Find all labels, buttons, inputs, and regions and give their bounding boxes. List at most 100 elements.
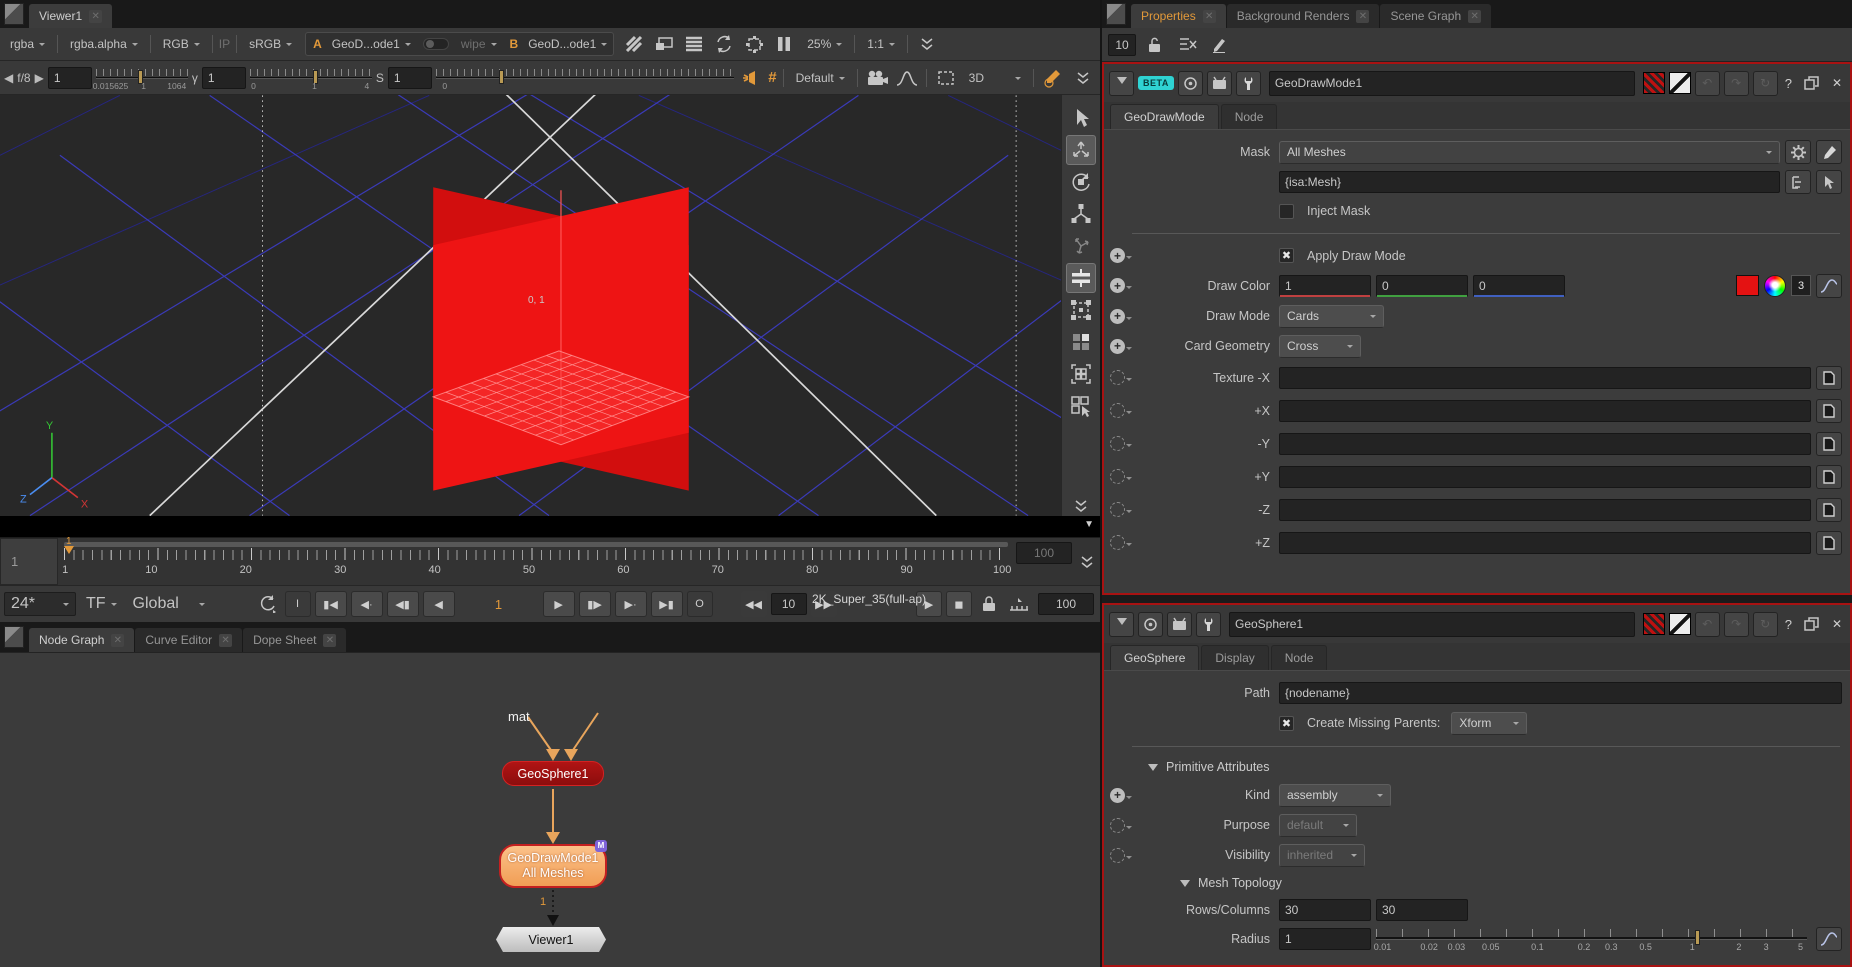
help-button[interactable]: ? [1782, 617, 1795, 632]
set-in-button[interactable]: I [285, 591, 311, 617]
inject-mask-checkbox[interactable] [1279, 204, 1294, 219]
saturation-input[interactable]: 1 [388, 67, 432, 89]
panel-limit-input[interactable]: 10 [1108, 34, 1136, 56]
node-color-swatch[interactable] [1643, 72, 1665, 94]
kind-dropdown[interactable]: assembly [1279, 784, 1391, 807]
draw-mode-dropdown[interactable]: Cards [1279, 305, 1384, 328]
undo-button[interactable]: ↶ [1695, 71, 1720, 96]
visibility-dropdown[interactable]: inherited [1279, 844, 1365, 867]
lock-panels-icon[interactable] [1142, 33, 1168, 57]
tf-dropdown[interactable]: TF [80, 593, 123, 615]
texture-neg-z-input[interactable] [1279, 499, 1811, 521]
marquee-icon[interactable] [933, 66, 959, 90]
selection-handles-icon[interactable] [1066, 295, 1096, 325]
collapse-panel-button[interactable] [1109, 71, 1134, 96]
wipe-grid-icon[interactable]: # [768, 69, 776, 86]
node-graph-canvas[interactable]: mat GeoSphere1 GeoDrawMode1 All Meshes M… [0, 652, 1100, 967]
mask-pick-eyedropper-icon[interactable] [1816, 140, 1842, 164]
checkerboard-icon[interactable] [621, 32, 647, 56]
sample-eyedropper-icon[interactable] [1040, 66, 1066, 90]
bell-curve-icon[interactable] [894, 66, 920, 90]
input-process-button[interactable]: IP [219, 37, 230, 51]
frame-selection-icon[interactable] [1066, 359, 1096, 389]
scenegraph-browse-icon[interactable] [1785, 170, 1811, 194]
timeline-frame-box[interactable]: 1 [0, 538, 58, 585]
add-override-icon[interactable]: + [1110, 309, 1125, 324]
close-panel-icon[interactable]: ✕ [1829, 617, 1845, 631]
gain-display-icon[interactable] [651, 32, 677, 56]
center-node-button[interactable] [1178, 71, 1203, 96]
add-override-icon[interactable] [1110, 818, 1125, 833]
radius-input[interactable]: 1 [1279, 928, 1371, 950]
camera-icon[interactable] [864, 66, 890, 90]
close-tab-icon[interactable]: ✕ [1203, 10, 1216, 23]
scale-tool-icon[interactable] [1066, 199, 1096, 229]
add-override-icon[interactable]: + [1110, 278, 1125, 293]
edit-pencil-icon[interactable] [1206, 33, 1232, 57]
scanline-icon[interactable] [681, 32, 707, 56]
rotate-tool-icon[interactable] [1066, 167, 1096, 197]
file-browse-icon[interactable] [1816, 465, 1842, 489]
close-tab-icon[interactable]: ✕ [219, 634, 232, 647]
record-button[interactable]: ◼ [946, 591, 972, 617]
gamma-slider[interactable]: 0 1 4 [250, 67, 372, 89]
add-override-icon[interactable] [1110, 370, 1125, 385]
apply-draw-mode-checkbox[interactable]: ✖ [1279, 248, 1294, 263]
tab-dope-sheet[interactable]: Dope Sheet ✕ [243, 628, 346, 652]
radius-slider[interactable]: 0.010.020.030.050.10.20.30.51235 [1376, 924, 1807, 954]
skip-back-button[interactable]: ◀◀ [741, 591, 767, 617]
path-input[interactable]: {nodename} [1279, 682, 1842, 704]
redo-button[interactable]: ↷ [1724, 612, 1749, 637]
redo-button[interactable]: ↷ [1724, 71, 1749, 96]
more-options-chevron[interactable] [914, 32, 940, 56]
wipe-toggle[interactable] [423, 38, 449, 50]
texture-neg-x-input[interactable] [1279, 367, 1811, 389]
wrench-settings-button[interactable] [1236, 71, 1261, 96]
saturation-slider[interactable]: 0 [436, 67, 734, 89]
mask-settings-gear-icon[interactable] [1785, 140, 1811, 164]
close-tab-icon[interactable]: ✕ [1468, 10, 1481, 23]
tab-gsp-node[interactable]: Node [1271, 645, 1328, 670]
mask-expression-input[interactable]: {isa:Mesh} [1279, 171, 1780, 193]
close-tab-icon[interactable]: ✕ [1356, 10, 1369, 23]
tab-properties[interactable]: Properties ✕ [1131, 4, 1226, 28]
gain-input[interactable]: 1 [48, 67, 92, 89]
play-forward-button[interactable]: ▶ [543, 591, 575, 617]
viewer-3d-viewport[interactable]: Y X Z 0, 1 2K_Super_35(full-ap) [0, 95, 1100, 516]
render-monitor-button[interactable] [1167, 612, 1192, 637]
draw-color-r-input[interactable]: 1 [1279, 275, 1371, 297]
render-monitor-button[interactable] [1207, 71, 1232, 96]
range-end-input[interactable]: 100 [1038, 593, 1094, 615]
collapse-panel-button[interactable] [1109, 612, 1134, 637]
side-toolbar-more-chevron[interactable] [1066, 496, 1096, 516]
prev-keyframe-button[interactable]: ◀· [351, 591, 383, 617]
node-viewer1[interactable]: Viewer1 [496, 927, 606, 952]
tab-geosphere[interactable]: GeoSphere [1110, 645, 1199, 670]
add-override-icon[interactable] [1110, 436, 1125, 451]
wrench-settings-button[interactable] [1196, 612, 1221, 637]
tab-curve-editor[interactable]: Curve Editor ✕ [135, 628, 242, 652]
center-node-button[interactable] [1138, 612, 1163, 637]
parent-type-dropdown[interactable]: Xform [1451, 712, 1527, 735]
goto-start-button[interactable]: ▮◀ [315, 591, 347, 617]
draw-color-b-input[interactable]: 0 [1473, 275, 1565, 297]
pane-handle-icon[interactable] [4, 3, 24, 25]
color-swatch[interactable] [1736, 275, 1759, 296]
node-geosphere1[interactable]: GeoSphere1 [502, 761, 604, 786]
range-scope-dropdown[interactable]: Global [127, 593, 211, 615]
roi-icon[interactable] [741, 32, 767, 56]
close-tab-icon[interactable]: ✕ [323, 634, 336, 647]
play-backward-button[interactable]: ◀ [423, 591, 455, 617]
add-override-icon[interactable]: + [1110, 339, 1125, 354]
tab-background-renders[interactable]: Background Renders ✕ [1227, 4, 1380, 28]
revert-button[interactable]: ↻ [1753, 71, 1778, 96]
gl-color-swatch[interactable] [1669, 72, 1691, 94]
gl-color-swatch[interactable] [1669, 613, 1691, 635]
close-panel-icon[interactable]: ✕ [1829, 76, 1845, 90]
timeline-range-bar[interactable] [64, 542, 1008, 547]
add-override-icon[interactable] [1110, 848, 1125, 863]
translate-tool-icon[interactable] [1066, 135, 1096, 165]
close-all-panels-icon[interactable] [1174, 33, 1200, 57]
timeline-more-chevron[interactable] [1074, 538, 1100, 585]
tab-scene-graph[interactable]: Scene Graph ✕ [1380, 4, 1491, 28]
